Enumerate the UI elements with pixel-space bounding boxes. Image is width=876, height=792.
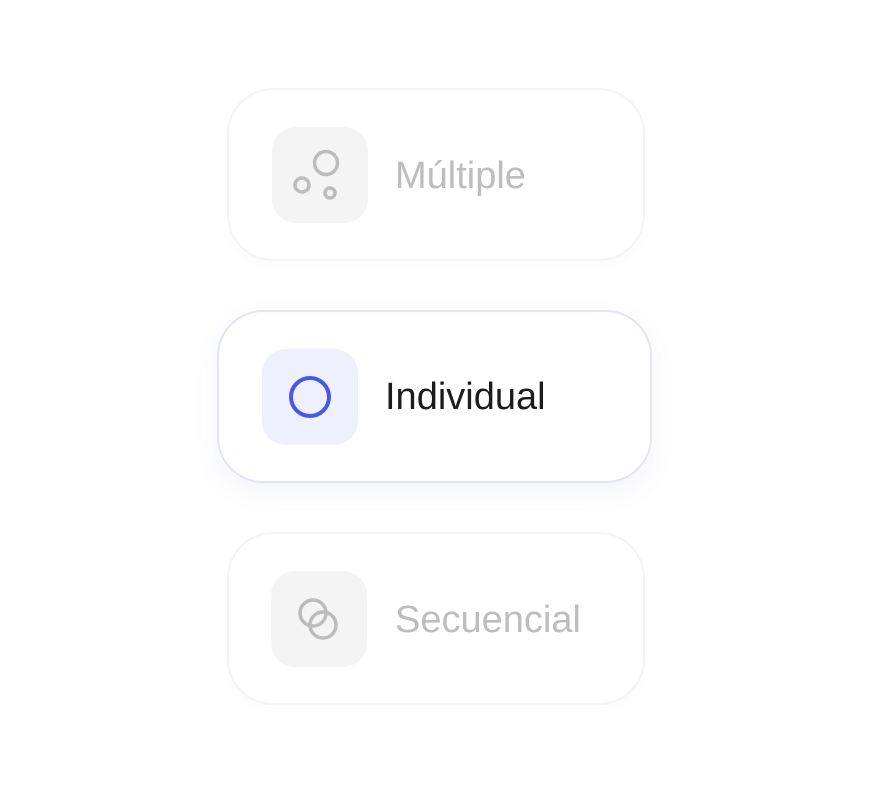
option-sequential-icon-tile	[271, 571, 367, 667]
multiple-circles-icon	[293, 149, 340, 200]
overlapping-circles-icon	[298, 598, 338, 640]
option-multiple-card[interactable]: Múltiple	[227, 88, 645, 261]
option-sequential-card[interactable]: Secuencial	[227, 532, 645, 705]
option-individual-card[interactable]: Individual	[217, 310, 652, 483]
option-multiple-label: Múltiple	[395, 155, 526, 197]
option-individual-label: Individual	[385, 376, 546, 418]
option-multiple-icon-tile	[272, 127, 368, 223]
single-circle-icon	[289, 376, 331, 418]
option-selector: Múltiple Individual Secuencial	[0, 0, 876, 792]
option-sequential-label: Secuencial	[395, 599, 581, 641]
option-individual-icon-tile	[262, 349, 358, 445]
